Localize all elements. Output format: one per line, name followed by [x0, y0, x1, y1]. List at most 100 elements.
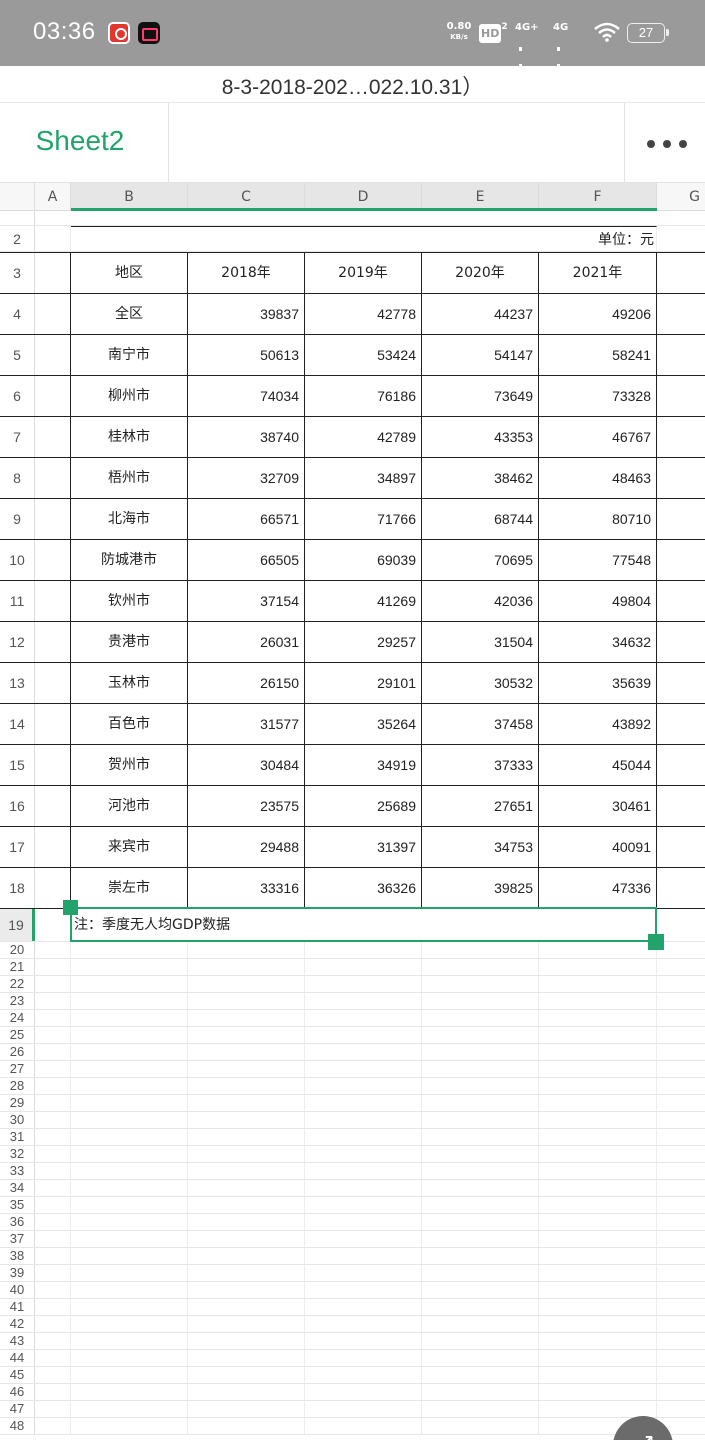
row-number[interactable]: 12 [0, 622, 35, 662]
header-cell-2020[interactable]: 2020年 [422, 253, 539, 293]
document-title[interactable]: 8-3-2018-202…022.10.31） [0, 71, 705, 101]
cell[interactable] [188, 1010, 305, 1026]
cell[interactable] [539, 1248, 657, 1264]
cell-2020[interactable]: 30532 [422, 663, 539, 703]
row-number[interactable] [0, 211, 35, 225]
cell-2018[interactable]: 26031 [188, 622, 305, 662]
cell[interactable] [35, 1367, 71, 1383]
row-number[interactable]: 45 [0, 1367, 35, 1383]
column-header-f[interactable]: F [539, 183, 657, 211]
cell-2019[interactable]: 31397 [305, 827, 422, 867]
cell[interactable] [305, 1367, 422, 1383]
cell-2018[interactable]: 38740 [188, 417, 305, 457]
column-header-b[interactable]: B [71, 183, 188, 211]
cell[interactable] [71, 1282, 188, 1298]
cell[interactable] [188, 1333, 305, 1349]
cell[interactable] [188, 1265, 305, 1281]
cell[interactable] [71, 1061, 188, 1077]
cell[interactable] [422, 1333, 539, 1349]
cell[interactable] [305, 1333, 422, 1349]
row-number[interactable]: 19 [0, 909, 35, 941]
row-number[interactable]: 23 [0, 993, 35, 1009]
row-number[interactable]: 44 [0, 1350, 35, 1366]
cell[interactable] [35, 458, 71, 498]
row-number[interactable]: 31 [0, 1129, 35, 1145]
row-number[interactable]: 11 [0, 581, 35, 621]
cell-region[interactable]: 北海市 [71, 499, 188, 539]
row-number[interactable]: 17 [0, 827, 35, 867]
cell[interactable] [35, 827, 71, 867]
cell[interactable] [188, 1095, 305, 1111]
row-number[interactable]: 43 [0, 1333, 35, 1349]
cell[interactable] [71, 976, 188, 992]
cell[interactable] [71, 1044, 188, 1060]
cell-2020[interactable]: 37333 [422, 745, 539, 785]
header-cell-region[interactable]: 地区 [71, 253, 188, 293]
row-number[interactable]: 24 [0, 1010, 35, 1026]
cell[interactable] [422, 1384, 539, 1400]
cell[interactable] [305, 1350, 422, 1366]
cell-2021[interactable]: 35639 [539, 663, 657, 703]
cell-2018[interactable]: 74034 [188, 376, 305, 416]
row-number[interactable]: 13 [0, 663, 35, 703]
cell[interactable] [188, 1061, 305, 1077]
cell-2020[interactable]: 70695 [422, 540, 539, 580]
cell[interactable] [35, 1163, 71, 1179]
header-cell-2019[interactable]: 2019年 [305, 253, 422, 293]
cell-2020[interactable]: 31504 [422, 622, 539, 662]
row-number[interactable]: 5 [0, 335, 35, 375]
cell[interactable] [35, 704, 71, 744]
cell[interactable] [422, 1180, 539, 1196]
cell[interactable] [35, 1129, 71, 1145]
cell[interactable] [539, 1163, 657, 1179]
cell[interactable] [188, 1197, 305, 1213]
cell[interactable] [422, 1299, 539, 1315]
cell[interactable] [422, 1078, 539, 1094]
cell-2021[interactable]: 49804 [539, 581, 657, 621]
cell[interactable] [422, 1044, 539, 1060]
cell[interactable] [35, 942, 71, 958]
row-number[interactable]: 25 [0, 1027, 35, 1043]
cell[interactable] [35, 1248, 71, 1264]
cell[interactable] [422, 942, 539, 958]
cell-region[interactable]: 贵港市 [71, 622, 188, 662]
cell[interactable] [35, 1350, 71, 1366]
cell[interactable] [71, 1078, 188, 1094]
cell[interactable] [539, 976, 657, 992]
row-number[interactable]: 18 [0, 868, 35, 908]
cell[interactable] [35, 1282, 71, 1298]
cell[interactable] [188, 1129, 305, 1145]
cell[interactable] [188, 1282, 305, 1298]
cell[interactable] [71, 1129, 188, 1145]
cell[interactable] [305, 1401, 422, 1417]
cell[interactable] [71, 1367, 188, 1383]
header-cell-2018[interactable]: 2018年 [188, 253, 305, 293]
cell-2018[interactable]: 33316 [188, 868, 305, 908]
cell[interactable] [422, 976, 539, 992]
cell[interactable] [305, 1214, 422, 1230]
cell[interactable] [35, 993, 71, 1009]
cell-2021[interactable]: 73328 [539, 376, 657, 416]
cell-2021[interactable]: 46767 [539, 417, 657, 457]
cell[interactable] [71, 1180, 188, 1196]
cell[interactable] [422, 1282, 539, 1298]
cell[interactable] [422, 1027, 539, 1043]
cell[interactable] [305, 1282, 422, 1298]
cell[interactable] [71, 1384, 188, 1400]
row-number[interactable]: 33 [0, 1163, 35, 1179]
cell[interactable] [188, 993, 305, 1009]
cell[interactable] [539, 1350, 657, 1366]
cell-2021[interactable]: 34632 [539, 622, 657, 662]
cell[interactable] [71, 1316, 188, 1332]
cell[interactable] [71, 1231, 188, 1247]
cell[interactable] [35, 540, 71, 580]
cell[interactable] [539, 1367, 657, 1383]
row-number[interactable]: 15 [0, 745, 35, 785]
cell[interactable] [35, 1384, 71, 1400]
cell-2020[interactable]: 73649 [422, 376, 539, 416]
cell[interactable] [305, 1095, 422, 1111]
cell[interactable] [305, 1248, 422, 1264]
cell[interactable] [305, 1299, 422, 1315]
cell-2019[interactable]: 36326 [305, 868, 422, 908]
cell[interactable] [71, 959, 188, 975]
